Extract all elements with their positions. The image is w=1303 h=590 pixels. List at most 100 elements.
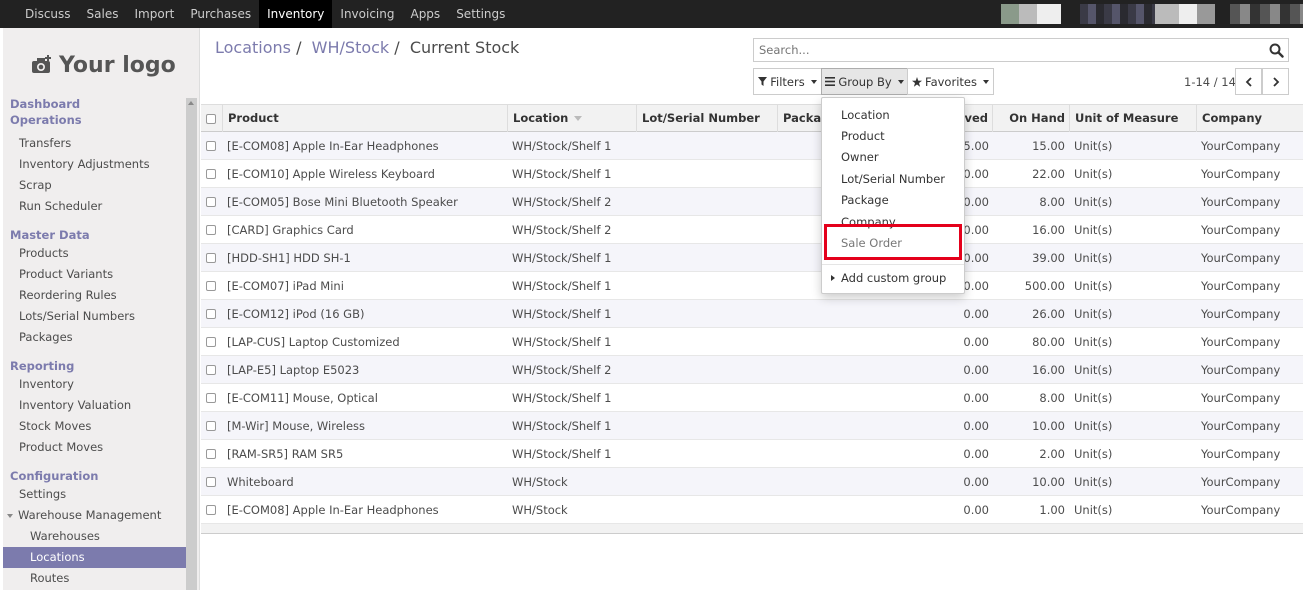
- company-logo[interactable]: Your logo: [31, 48, 176, 82]
- sidebar-item-run-scheduler[interactable]: Run Scheduler: [3, 196, 187, 217]
- select-all-checkbox[interactable]: [206, 114, 216, 124]
- row-checkbox[interactable]: [206, 365, 216, 375]
- sidebar-section-master-data[interactable]: Master Data: [3, 227, 187, 243]
- row-checkbox[interactable]: [206, 281, 216, 291]
- row-checkbox[interactable]: [206, 421, 216, 431]
- cell-on-hand: 16.00: [1032, 223, 1065, 237]
- sidebar-item-locations[interactable]: Locations: [3, 547, 187, 568]
- column-company[interactable]: Company: [1196, 105, 1303, 132]
- column-product[interactable]: Product: [222, 105, 508, 132]
- sidebar-item-packages[interactable]: Packages: [3, 327, 187, 348]
- top-menu-purchases[interactable]: Purchases: [182, 0, 259, 28]
- top-menu-settings[interactable]: Settings: [448, 0, 513, 28]
- sidebar-item-settings[interactable]: Settings: [3, 484, 187, 505]
- groupby-option-product[interactable]: Product: [822, 127, 964, 145]
- top-menu-discuss[interactable]: Discuss: [17, 0, 79, 28]
- sidebar-group-warehouse-management[interactable]: Warehouse Management: [3, 505, 187, 526]
- cell-uom: Unit(s): [1074, 335, 1113, 349]
- top-menu-invoicing[interactable]: Invoicing: [332, 0, 402, 28]
- column-unit-of-measure[interactable]: Unit of Measure: [1069, 105, 1197, 132]
- cell-reserved: 0.00: [963, 447, 989, 461]
- row-checkbox[interactable]: [206, 169, 216, 179]
- filters-button[interactable]: Filters: [753, 68, 822, 95]
- table-row[interactable]: [E-COM10] Apple Wireless Keyboard WH/Stoc…: [201, 160, 1303, 188]
- table-row[interactable]: [HDD-SH1] HDD SH-1 WH/Stock/Shelf 1 0.00 39…: [201, 244, 1303, 272]
- sidebar-item-product-variants[interactable]: Product Variants: [3, 264, 187, 285]
- table-row[interactable]: Whiteboard WH/Stock 0.00 10.00 Unit(s) YourCo…: [201, 468, 1303, 496]
- pager-value[interactable]: 1-14 / 14: [1184, 75, 1236, 89]
- cell-company: YourCompany: [1201, 335, 1281, 349]
- row-checkbox[interactable]: [206, 505, 216, 515]
- column-on-hand[interactable]: On Hand: [992, 105, 1070, 132]
- pager-previous-button[interactable]: [1235, 68, 1262, 95]
- sidebar-item-stock-moves[interactable]: Stock Moves: [3, 416, 187, 437]
- favorites-button[interactable]: Favorites: [907, 68, 994, 95]
- column-location[interactable]: Location: [507, 105, 637, 132]
- sidebar-item-inventory-valuation[interactable]: Inventory Valuation: [3, 395, 187, 416]
- add-custom-group-toggle[interactable]: Add custom group: [822, 269, 964, 287]
- table-row[interactable]: [M-Wir] Mouse, Wireless WH/Stock/Shelf 1 0…: [201, 412, 1303, 440]
- cell-location: WH/Stock/Shelf 2: [512, 363, 612, 377]
- top-menu-import[interactable]: Import: [127, 0, 183, 28]
- row-checkbox[interactable]: [206, 253, 216, 263]
- table-row[interactable]: [E-COM08] Apple In-Ear Headphones WH/Stoc…: [201, 132, 1303, 160]
- cell-company: YourCompany: [1201, 447, 1281, 461]
- sidebar-item-scrap[interactable]: Scrap: [3, 175, 187, 196]
- top-menu-inventory[interactable]: Inventory: [259, 0, 333, 28]
- groupby-option-owner[interactable]: Owner: [822, 148, 964, 166]
- star-icon: [912, 76, 923, 87]
- cell-product: [E-COM07] iPad Mini: [227, 279, 344, 293]
- cell-reserved: 0.00: [963, 307, 989, 321]
- cell-location: WH/Stock/Shelf 1: [512, 139, 612, 153]
- column-lot-serial[interactable]: Lot/Serial Number: [636, 105, 778, 132]
- search-input[interactable]: [754, 39, 1254, 61]
- row-checkbox[interactable]: [206, 141, 216, 151]
- table-row[interactable]: [E-COM11] Mouse, Optical WH/Stock/Shelf 1…: [201, 384, 1303, 412]
- sidebar-section-dashboard[interactable]: Dashboard: [3, 96, 187, 112]
- sidebar-scrollbar[interactable]: [186, 98, 197, 590]
- sidebar-section-reporting[interactable]: Reporting: [3, 358, 187, 374]
- table-row[interactable]: [LAP-E5] Laptop E5023 WH/Stock/Shelf 2 0.0…: [201, 356, 1303, 384]
- groupby-option-location[interactable]: Location: [822, 106, 964, 124]
- row-checkbox[interactable]: [206, 309, 216, 319]
- sidebar-item-lots-serial-numbers[interactable]: Lots/Serial Numbers: [3, 306, 187, 327]
- sidebar-item-product-moves[interactable]: Product Moves: [3, 437, 187, 458]
- blurred-user-avatar[interactable]: [1001, 4, 1061, 24]
- sidebar-item-warehouses[interactable]: Warehouses: [3, 526, 187, 547]
- top-menu-apps[interactable]: Apps: [402, 0, 448, 28]
- search-box: [753, 38, 1289, 62]
- table-row[interactable]: [E-COM07] iPad Mini WH/Stock/Shelf 1 0.00 5…: [201, 272, 1303, 300]
- sidebar-group-label: Warehouse Management: [18, 508, 162, 522]
- sidebar-item-products[interactable]: Products: [3, 243, 187, 264]
- table-row[interactable]: [RAM-SR5] RAM SR5 WH/Stock/Shelf 1 0.00 2.0…: [201, 440, 1303, 468]
- sidebar-section-operations[interactable]: Operations: [3, 112, 187, 128]
- scroll-up-icon[interactable]: [188, 101, 194, 105]
- table-row[interactable]: [E-COM12] iPod (16 GB) WH/Stock/Shelf 1 0.…: [201, 300, 1303, 328]
- sidebar-item-transfers[interactable]: Transfers: [3, 133, 187, 154]
- groupby-option-lot-serial-number[interactable]: Lot/Serial Number: [822, 170, 964, 188]
- sidebar-item-reordering-rules[interactable]: Reordering Rules: [3, 285, 187, 306]
- row-checkbox[interactable]: [206, 225, 216, 235]
- blurred-user-menu[interactable]: [1230, 4, 1303, 24]
- table-row[interactable]: [CARD] Graphics Card WH/Stock/Shelf 2 0.00…: [201, 216, 1303, 244]
- pager-next-button[interactable]: [1262, 68, 1289, 95]
- search-icon[interactable]: [1269, 43, 1284, 58]
- breadcrumb-locations[interactable]: Locations: [215, 38, 291, 57]
- sidebar-item-inventory[interactable]: Inventory: [3, 374, 187, 395]
- group-by-button[interactable]: Group By: [821, 68, 908, 95]
- row-checkbox[interactable]: [206, 477, 216, 487]
- row-checkbox[interactable]: [206, 393, 216, 403]
- row-checkbox[interactable]: [206, 197, 216, 207]
- sidebar-item-routes[interactable]: Routes: [3, 568, 187, 589]
- table-row[interactable]: [E-COM08] Apple In-Ear Headphones WH/Stoc…: [201, 496, 1303, 524]
- sidebar-section-configuration[interactable]: Configuration: [3, 468, 187, 484]
- table-row[interactable]: [E-COM05] Bose Mini Bluetooth Speaker WH/…: [201, 188, 1303, 216]
- row-checkbox[interactable]: [206, 449, 216, 459]
- breadcrumb-wh-stock[interactable]: WH/Stock: [312, 38, 390, 57]
- row-checkbox[interactable]: [206, 337, 216, 347]
- table-row[interactable]: [LAP-CUS] Laptop Customized WH/Stock/Shel…: [201, 328, 1303, 356]
- sidebar-item-inventory-adjustments[interactable]: Inventory Adjustments: [3, 154, 187, 175]
- blurred-user-name[interactable]: [1155, 4, 1215, 24]
- groupby-option-package[interactable]: Package: [822, 191, 964, 209]
- top-menu-sales[interactable]: Sales: [79, 0, 127, 28]
